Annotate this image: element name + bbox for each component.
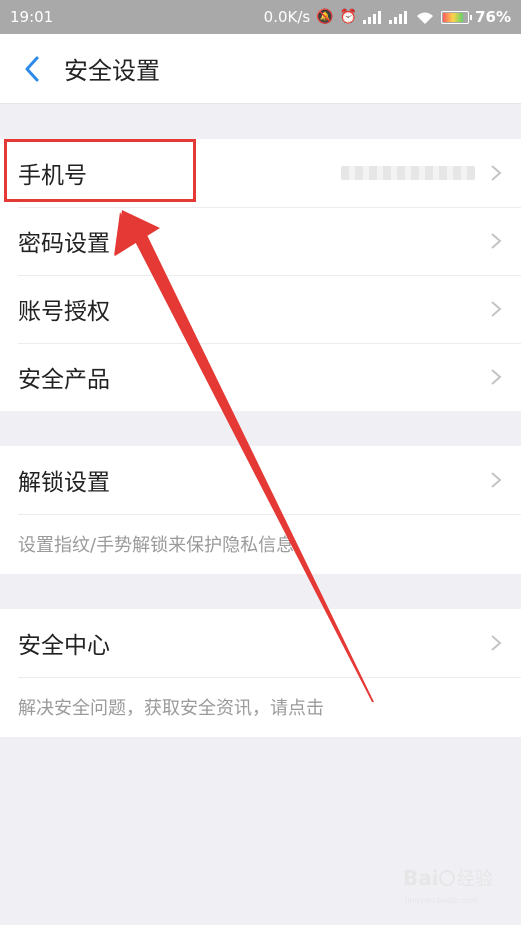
password-settings-row[interactable]: 密码设置 (0, 207, 521, 275)
row-label: 安全中心 (18, 633, 110, 659)
masked-phone-value (341, 166, 475, 180)
back-chevron-icon (25, 56, 39, 81)
row-label: 解锁设置 (18, 470, 110, 496)
account-section: 手机号 密码设置 账号授权 安全产品 (0, 139, 521, 411)
chevron-right-icon (491, 472, 502, 488)
signal-icon (363, 10, 382, 24)
signal-icon-2 (389, 10, 408, 24)
security-center-row[interactable]: 安全中心 (0, 609, 521, 677)
unlock-description: 设置指纹/手势解锁来保护隐私信息 (0, 514, 521, 574)
baidu-watermark-logo: Bai 经验 jingyan.baidu.com (403, 866, 493, 905)
back-button[interactable] (0, 34, 64, 104)
row-label: 账号授权 (18, 299, 110, 325)
status-bar: 19:01 0.0K/s 🔕 ⏰ 76% (0, 0, 521, 34)
mute-bell-icon: 🔕 (316, 9, 334, 25)
security-center-section: 安全中心 解决安全问题，获取安全资讯，请点击 (0, 609, 521, 737)
security-products-row[interactable]: 安全产品 (0, 343, 521, 411)
wifi-icon (417, 12, 434, 24)
svg-text:Bai: Bai (403, 866, 439, 890)
chevron-right-icon (491, 369, 502, 385)
battery-icon (441, 10, 473, 24)
phone-number-row[interactable]: 手机号 (0, 139, 521, 207)
page-title: 安全设置 (64, 57, 160, 85)
chevron-right-icon (491, 165, 502, 181)
battery-percent: 76% (475, 8, 511, 26)
unlock-section: 解锁设置 设置指纹/手势解锁来保护隐私信息 (0, 446, 521, 574)
svg-text:经验: 经验 (457, 869, 493, 890)
network-speed: 0.0K/s (263, 8, 311, 26)
security-center-description: 解决安全问题，获取安全资讯，请点击 (0, 677, 521, 737)
unlock-settings-row[interactable]: 解锁设置 (0, 446, 521, 514)
status-time: 19:01 (10, 8, 54, 26)
row-label: 手机号 (18, 163, 87, 189)
svg-text:jingyan.baidu.com: jingyan.baidu.com (404, 896, 479, 905)
row-label: 安全产品 (18, 367, 110, 393)
chevron-right-icon (491, 301, 502, 317)
nav-bar: 安全设置 (0, 34, 521, 104)
chevron-right-icon (491, 233, 502, 249)
chevron-right-icon (491, 635, 502, 651)
row-label: 密码设置 (18, 231, 110, 257)
alarm-icon: ⏰ (339, 9, 358, 25)
account-authorization-row[interactable]: 账号授权 (0, 275, 521, 343)
